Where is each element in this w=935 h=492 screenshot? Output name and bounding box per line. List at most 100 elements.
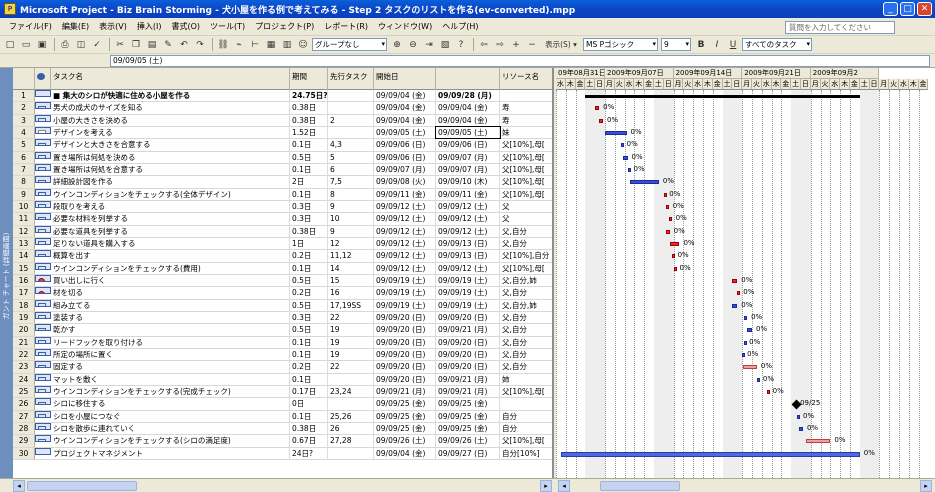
chart-scroll-right[interactable]: ▸ (920, 480, 932, 492)
copy-picture-icon[interactable]: ▧ (438, 38, 452, 52)
cell-dur[interactable]: 0.1日 (290, 139, 328, 151)
header-task-name[interactable]: タスク名 (51, 68, 290, 90)
table-row[interactable]: 4 デザインを考える 1.52日 09/09/05 (土) 09/09/05 (土) 妹 (13, 125, 552, 140)
cell-dur[interactable]: 0日 (290, 398, 328, 410)
cell-name[interactable]: 組み立てる (51, 299, 290, 311)
cell-start[interactable]: 09/09/12 (土) (374, 200, 436, 213)
cell-start[interactable]: 09/09/04 (金) (374, 102, 436, 114)
indicator-cell[interactable] (35, 410, 51, 418)
indicator-cell[interactable] (35, 139, 51, 147)
row-id[interactable]: 17 (13, 287, 35, 299)
task-bar[interactable] (747, 328, 752, 333)
cell-pred[interactable]: 22 (328, 311, 374, 324)
cell-dur[interactable]: 0.1日 (290, 336, 328, 348)
cell-name[interactable]: 必要な道具を列挙する (51, 225, 290, 237)
cell-pred[interactable] (328, 102, 374, 114)
format-painter-icon[interactable]: ✎ (161, 38, 175, 52)
cell-start[interactable]: 09/09/25 (金) (374, 410, 436, 422)
cell-fi[interactable]: 09/09/13 (日) (436, 237, 500, 250)
table-row[interactable]: 27 シロを小屋につなぐ 0.1日 25,26 09/09/25 (金) 09/09/25… (13, 410, 552, 423)
cell-dur[interactable]: 0.38日 (290, 225, 328, 237)
task-bar[interactable] (599, 118, 604, 123)
cell-start[interactable]: 09/09/21 (月) (374, 385, 436, 398)
menu-item[interactable]: ファイル(F) (4, 21, 57, 32)
cell-pred[interactable] (328, 126, 374, 139)
cell-dur[interactable]: 0.3日 (290, 213, 328, 225)
table-row[interactable]: 25 ウインコンディションをチェックする(完成チェック) 0.17日 23,24 09/… (13, 385, 552, 399)
cell-name[interactable]: 置き場所は何処を合意する (51, 163, 290, 176)
row-id[interactable]: 30 (13, 447, 35, 459)
cell-start[interactable]: 09/09/12 (土) (374, 250, 436, 262)
header-start[interactable]: 開始日 (374, 68, 436, 90)
cell-res[interactable]: 自分 (500, 423, 552, 434)
cell-start[interactable]: 09/09/12 (土) (374, 213, 436, 225)
task-bar[interactable] (744, 315, 748, 320)
cell-dur[interactable]: 0.1日 (290, 188, 328, 200)
cell-pred[interactable]: 9 (328, 200, 374, 213)
cell-dur[interactable]: 0.67日 (290, 435, 328, 447)
cell-res[interactable]: 父[10%],母[ (500, 139, 552, 150)
cell-name[interactable]: 詳細設計図を作る (51, 176, 290, 188)
cell-pred[interactable] (328, 398, 374, 410)
cell-name[interactable]: ウインコンディションをチェックする(全体デザイン) (51, 188, 290, 200)
cell-name[interactable]: リードフックを取り付ける (51, 336, 290, 348)
cell-pred[interactable]: 9 (328, 225, 374, 237)
cell-name[interactable]: 置き場所は何処を決める (51, 151, 290, 163)
table-row[interactable]: 7 置き場所は何処を合意する 0.1日 6 09/09/07 (月) 09/09/07 (… (13, 163, 552, 177)
table-row[interactable]: 16 買い出しに行く 0.5日 15 09/09/19 (土) 09/09/19 (土) 父… (13, 274, 552, 288)
cell-res[interactable]: 父[10%],自分 (500, 250, 552, 261)
indicator-cell[interactable] (35, 385, 51, 393)
table-row[interactable]: 30 プロジェクトマネジメント 24日? 09/09/04 (金) 09/09/27 (… (13, 447, 552, 460)
indicator-cell[interactable] (35, 225, 51, 233)
cell-pred[interactable] (328, 447, 374, 459)
cell-res[interactable] (500, 90, 552, 101)
cell-name[interactable]: シロを小屋につなぐ (51, 410, 290, 422)
cell-dur[interactable]: 0.1日 (290, 373, 328, 385)
cell-fi[interactable]: 09/09/12 (土) (436, 200, 500, 213)
task-bar[interactable] (673, 266, 677, 271)
cell-pred[interactable]: 7,5 (328, 176, 374, 188)
indicator-cell[interactable] (35, 250, 51, 258)
cell-dur[interactable]: 0.38日 (290, 102, 328, 114)
cell-name[interactable]: ウインコンディションをチェックする(完成チェック) (51, 385, 290, 398)
cell-dur[interactable]: 0.2日 (290, 287, 328, 299)
cell-fi[interactable]: 09/09/21 (月) (436, 373, 500, 385)
cell-pred[interactable]: 8 (328, 188, 374, 200)
task-bar[interactable] (665, 229, 670, 234)
task-bar[interactable] (665, 204, 669, 209)
indicator-cell[interactable] (35, 262, 51, 270)
preview-icon[interactable]: ◫ (74, 38, 88, 52)
row-id[interactable]: 12 (13, 225, 35, 237)
italic-button[interactable]: I (710, 38, 724, 52)
cell-name[interactable]: 買い出しに行く (51, 274, 290, 287)
row-id[interactable]: 11 (13, 213, 35, 225)
row-id[interactable]: 22 (13, 348, 35, 361)
cell-fi[interactable]: 09/09/04 (金) (436, 102, 500, 114)
row-id[interactable]: 23 (13, 361, 35, 373)
cell-fi[interactable]: 09/09/12 (土) (436, 262, 500, 274)
cut-icon[interactable]: ✂ (113, 38, 127, 52)
cell-dur[interactable]: 0.38日 (290, 422, 328, 435)
row-id[interactable]: 9 (13, 188, 35, 200)
cell-name[interactable]: 概算を出す (51, 250, 290, 262)
cell-fi[interactable]: 09/09/06 (日) (436, 139, 500, 151)
task-bar[interactable] (627, 167, 631, 172)
cell-res[interactable]: 父[10%],母[ (500, 435, 552, 446)
task-bar[interactable] (595, 106, 600, 111)
split-icon[interactable]: ⊢ (248, 38, 262, 52)
menu-item[interactable]: ヘルプ(H) (437, 21, 483, 32)
table-row[interactable]: 26 シロに移住する 0日 09/09/25 (金) 09/09/25 (金) (13, 398, 552, 411)
cell-name[interactable]: ウインコンディションをチェックする(シロの満足度) (51, 435, 290, 447)
cell-start[interactable]: 09/09/05 (土) (374, 126, 436, 139)
table-row[interactable]: 12 必要な道具を列挙する 0.38日 9 09/09/12 (土) 09/09/12 (… (13, 225, 552, 238)
task-bar[interactable] (663, 192, 667, 197)
cell-name[interactable]: ウインコンディションをチェックする(費用) (51, 262, 290, 274)
cell-name[interactable]: 男犬の成犬のサイズを知る (51, 102, 290, 114)
cell-res[interactable]: 父,自分 (500, 361, 552, 372)
cell-name[interactable]: プロジェクトマネジメント (51, 447, 290, 459)
menu-item[interactable]: レポート(R) (319, 21, 373, 32)
cell-fi[interactable]: 09/09/21 (月) (436, 324, 500, 336)
cell-start[interactable]: 09/09/20 (日) (374, 361, 436, 373)
table-row[interactable]: 3 小屋の大きさを決める 0.38日 2 09/09/04 (金) 09/09/04 (金… (13, 114, 552, 127)
task-bar[interactable] (799, 426, 803, 431)
